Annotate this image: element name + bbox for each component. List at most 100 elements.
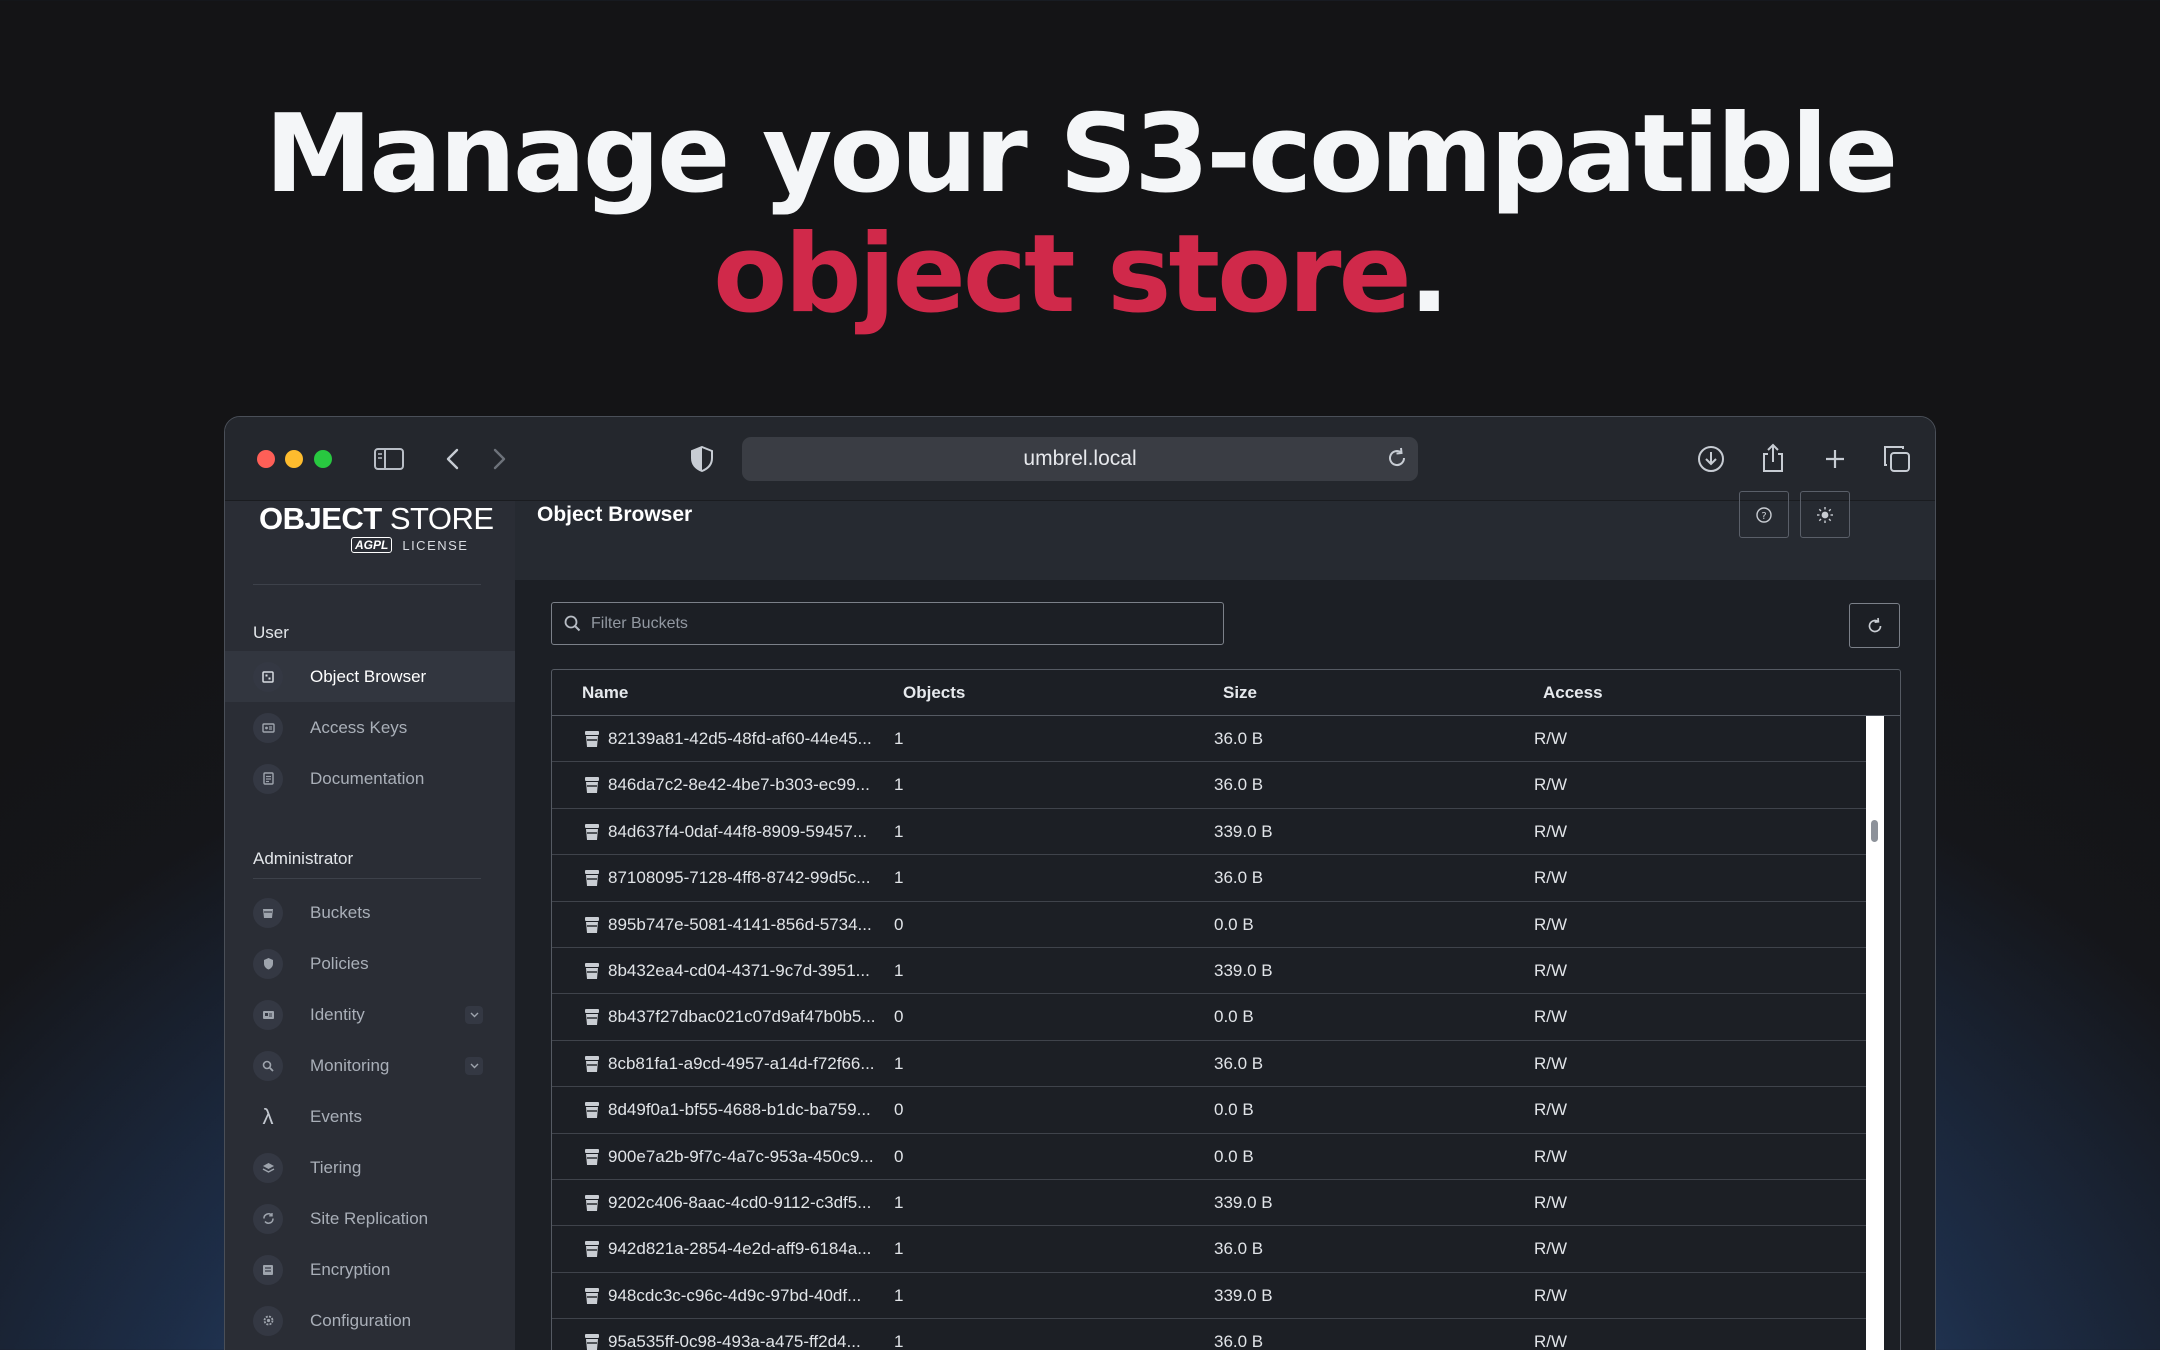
sidebar-item-buckets[interactable]: Buckets bbox=[225, 887, 515, 938]
objects-cell: 1 bbox=[894, 1332, 904, 1350]
size-cell: 36.0 B bbox=[1214, 775, 1264, 795]
hero-heading: Manage your S3-compatible object store. bbox=[0, 95, 2160, 335]
sidebar-item-identity[interactable]: Identity bbox=[225, 989, 515, 1040]
table-row[interactable]: 8d49f0a1-bf55-4688-b1dc-ba759... 0 0.0 B R/… bbox=[552, 1087, 1866, 1134]
sidebar-item-configuration[interactable]: Configuration bbox=[225, 1295, 515, 1346]
reload-icon[interactable] bbox=[1386, 447, 1408, 469]
bucket-name-cell[interactable]: 82139a81-42d5-48fd-af60-44e45... bbox=[584, 729, 872, 749]
forward-arrow-icon[interactable] bbox=[485, 443, 515, 475]
bucket-icon bbox=[584, 1101, 600, 1119]
chevron-down-icon[interactable] bbox=[465, 1056, 483, 1075]
hero-line-1: Manage your S3-compatible bbox=[264, 92, 1899, 217]
download-icon[interactable] bbox=[1693, 441, 1729, 477]
help-button[interactable]: ? bbox=[1739, 491, 1789, 538]
sidebar-item-documentation[interactable]: Documentation bbox=[225, 753, 515, 804]
bucket-name-cell[interactable]: 895b747e-5081-4141-856d-5734... bbox=[584, 915, 872, 935]
user-section-label: User bbox=[253, 623, 289, 642]
table-row[interactable]: 895b747e-5081-4141-856d-5734... 0 0.0 B R/W bbox=[552, 902, 1866, 948]
sidebar-toggle-icon[interactable] bbox=[371, 441, 407, 477]
tab-overview-icon[interactable] bbox=[1879, 441, 1915, 477]
access-cell: R/W bbox=[1534, 1007, 1568, 1027]
administrator-section-label: Administrator bbox=[253, 849, 354, 868]
filter-buckets-field[interactable] bbox=[551, 602, 1224, 645]
sidebar-item-object-browser[interactable]: Object Browser bbox=[225, 651, 515, 702]
logo-thin-text: STORE bbox=[389, 501, 494, 536]
objects-cell: 1 bbox=[894, 729, 904, 748]
bucket-icon bbox=[584, 1194, 600, 1212]
table-scrollbar[interactable] bbox=[1866, 716, 1884, 1350]
object-store-logo[interactable]: OBJECT STORE AGPL LICENSE bbox=[259, 501, 494, 553]
access-cell: R/W bbox=[1534, 1146, 1568, 1166]
column-header-access[interactable]: Access bbox=[1543, 683, 1603, 703]
new-tab-plus-icon[interactable] bbox=[1817, 441, 1853, 477]
access-cell: R/W bbox=[1534, 1239, 1568, 1259]
id-card-icon bbox=[253, 999, 283, 1030]
privacy-shield-icon[interactable] bbox=[687, 443, 717, 475]
objects-cell: 0 bbox=[894, 1007, 904, 1027]
bucket-name-cell[interactable]: 900e7a2b-9f7c-4a7c-953a-450c9... bbox=[584, 1147, 874, 1167]
filter-buckets-input[interactable] bbox=[591, 614, 1191, 633]
table-row[interactable]: 84d637f4-0daf-44f8-8909-59457... 1 339.0 B… bbox=[552, 809, 1866, 856]
table-row[interactable]: 900e7a2b-9f7c-4a7c-953a-450c9... 0 0.0 B R/… bbox=[552, 1134, 1866, 1180]
share-icon[interactable] bbox=[1755, 439, 1791, 477]
bucket-name: 95a535ff-0c98-493a-a475-ff2d4... bbox=[608, 1332, 861, 1350]
svg-text:?: ? bbox=[1761, 511, 1766, 522]
objects-cell: 0 bbox=[894, 1100, 904, 1120]
chevron-down-icon[interactable] bbox=[465, 1005, 483, 1024]
sidebar-item-tiering[interactable]: Tiering bbox=[225, 1142, 515, 1193]
size-cell: 339.0 B bbox=[1214, 821, 1273, 841]
bucket-name-cell[interactable]: 8cb81fa1-a9cd-4957-a14d-f72f66... bbox=[584, 1054, 875, 1074]
refresh-button[interactable] bbox=[1849, 603, 1900, 648]
column-header-name[interactable]: Name bbox=[582, 683, 628, 703]
table-row[interactable]: 948cdc3c-c96c-4d9c-97bd-40df... 1 339.0 B R… bbox=[552, 1273, 1866, 1320]
sidebar-item-access-keys[interactable]: Access Keys bbox=[225, 702, 515, 753]
table-row[interactable]: 9202c406-8aac-4cd0-9112-c3df5... 1 339.0 B… bbox=[552, 1180, 1866, 1227]
close-window-button[interactable] bbox=[257, 450, 275, 468]
bucket-icon bbox=[584, 1287, 600, 1305]
theme-toggle-button[interactable] bbox=[1800, 491, 1850, 538]
table-row[interactable]: 8b437f27dbac021c07d9af47b0b5... 0 0.0 B R/W bbox=[552, 994, 1866, 1041]
column-header-size[interactable]: Size bbox=[1223, 683, 1257, 703]
bucket-name-cell[interactable]: 948cdc3c-c96c-4d9c-97bd-40df... bbox=[584, 1286, 861, 1306]
table-row[interactable]: 87108095-7128-4ff8-8742-99d5c... 1 36.0 B R… bbox=[552, 855, 1866, 902]
sidebar-item-policies[interactable]: Policies bbox=[225, 938, 515, 989]
bucket-name-cell[interactable]: 9202c406-8aac-4cd0-9112-c3df5... bbox=[584, 1193, 871, 1213]
bucket-name-cell[interactable]: 84d637f4-0daf-44f8-8909-59457... bbox=[584, 822, 867, 842]
bucket-name-cell[interactable]: 8b437f27dbac021c07d9af47b0b5... bbox=[584, 1007, 876, 1027]
bucket-icon bbox=[584, 776, 600, 794]
size-cell: 36.0 B bbox=[1214, 1053, 1264, 1073]
sidebar-item-monitoring[interactable]: Monitoring bbox=[225, 1040, 515, 1091]
sidebar-item-label: Identity bbox=[310, 1004, 365, 1024]
table-row[interactable]: 846da7c2-8e42-4be7-b303-ec99... 1 36.0 B R/… bbox=[552, 762, 1866, 809]
sidebar-item-label: Encryption bbox=[310, 1259, 391, 1279]
size-cell: 0.0 B bbox=[1214, 1007, 1254, 1027]
bucket-name-cell[interactable]: 95a535ff-0c98-493a-a475-ff2d4... bbox=[584, 1332, 861, 1350]
scrollbar-thumb[interactable] bbox=[1871, 820, 1878, 842]
access-cell: R/W bbox=[1534, 960, 1568, 980]
table-row[interactable]: 95a535ff-0c98-493a-a475-ff2d4... 1 36.0 B R… bbox=[552, 1319, 1866, 1350]
table-row[interactable]: 8cb81fa1-a9cd-4957-a14d-f72f66... 1 36.0 B… bbox=[552, 1041, 1866, 1088]
address-bar[interactable]: umbrel.local bbox=[742, 437, 1418, 481]
bucket-name-cell[interactable]: 8b432ea4-cd04-4371-9c7d-3951... bbox=[584, 961, 870, 981]
column-header-objects[interactable]: Objects bbox=[903, 683, 965, 703]
bucket-name-cell[interactable]: 8d49f0a1-bf55-4688-b1dc-ba759... bbox=[584, 1100, 871, 1120]
zoom-window-button[interactable] bbox=[314, 450, 332, 468]
back-arrow-icon[interactable] bbox=[437, 443, 467, 475]
sidebar-item-encryption[interactable]: Encryption bbox=[225, 1244, 515, 1295]
sidebar-item-events[interactable]: λ Events bbox=[225, 1091, 515, 1142]
gear-icon bbox=[253, 1305, 283, 1336]
table-row[interactable]: 942d821a-2854-4e2d-aff9-6184a... 1 36.0 B R… bbox=[552, 1226, 1866, 1273]
objects-cell: 0 bbox=[894, 914, 904, 934]
objects-cell: 1 bbox=[894, 821, 904, 841]
table-row[interactable]: 82139a81-42d5-48fd-af60-44e45... 1 36.0 B R… bbox=[552, 716, 1866, 763]
table-row[interactable]: 8b432ea4-cd04-4371-9c7d-3951... 1 339.0 B R… bbox=[552, 948, 1866, 995]
objects-cell: 1 bbox=[894, 1053, 904, 1073]
search-icon bbox=[564, 615, 581, 632]
sidebar-item-site-replication[interactable]: Site Replication bbox=[225, 1193, 515, 1244]
bucket-name-cell[interactable]: 87108095-7128-4ff8-8742-99d5c... bbox=[584, 868, 870, 888]
bucket-name-cell[interactable]: 942d821a-2854-4e2d-aff9-6184a... bbox=[584, 1239, 871, 1259]
minimize-window-button[interactable] bbox=[285, 450, 303, 468]
bucket-name: 948cdc3c-c96c-4d9c-97bd-40df... bbox=[608, 1285, 862, 1305]
sidebar-item-label: Site Replication bbox=[310, 1208, 429, 1228]
bucket-name-cell[interactable]: 846da7c2-8e42-4be7-b303-ec99... bbox=[584, 775, 870, 795]
